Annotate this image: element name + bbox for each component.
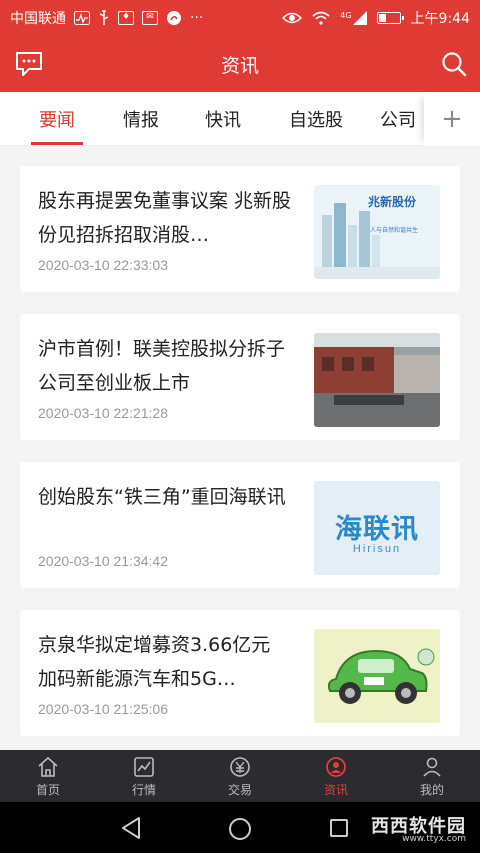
news-headline: 京泉华拟定增募资3.66亿元 加码新能源汽车和5G… (38, 634, 271, 690)
activity-icon (74, 11, 90, 25)
news-headline: 股东再提罢免董事议案 兆新股份见招拆招取消股… (38, 190, 292, 246)
search-icon[interactable] (440, 50, 468, 78)
clock: 上午9:44 (410, 11, 470, 27)
nav-market[interactable]: 行情 (96, 750, 192, 802)
news-thumbnail (314, 629, 440, 723)
thumbnail-logo-text: 兆新股份 (368, 195, 417, 209)
news-item[interactable]: 京泉华拟定增募资3.66亿元 加码新能源汽车和5G… 2020-03-10 21… (20, 610, 460, 736)
usb-icon (99, 10, 109, 25)
news-headline: 沪市首例！联美控股拟分拆子公司至创业板上市 (38, 338, 286, 394)
news-icon (326, 756, 346, 777)
nav-profile[interactable]: 我的 (384, 750, 480, 802)
tab-watchlist[interactable]: 自选股 (276, 92, 356, 146)
app-header: 资讯 (0, 36, 480, 92)
thumbnail-slogan: 人与自然和谐共生 (370, 227, 419, 234)
home-icon (38, 756, 58, 777)
nav-news[interactable]: 资讯 (288, 750, 384, 802)
news-time: 2020-03-10 22:21:28 (38, 405, 168, 421)
news-item[interactable]: 创始股东“铁三角”重回海联讯 2020-03-10 21:34:42 海联讯 H… (20, 462, 460, 588)
eye-icon (282, 12, 303, 24)
news-headline: 创始股东“铁三角”重回海联讯 (38, 486, 286, 508)
thumbnail-logo-sub: Hirisun (352, 543, 402, 555)
news-thumbnail (314, 333, 440, 427)
watermark: 西西软件园 www.ttyx.com (371, 816, 466, 844)
news-thumbnail: 兆新股份 人与自然和谐共生 (314, 185, 440, 279)
category-tabs: 要闻 情报 快讯 自选股 公司 + (0, 92, 480, 146)
message-icon[interactable] (14, 50, 44, 78)
news-list: 股东再提罢免董事议案 兆新股份见招拆招取消股… 2020-03-10 22:33… (0, 146, 480, 750)
more-dots-icon: ··· (190, 10, 204, 26)
wifi-icon (312, 11, 330, 25)
tab-headlines[interactable]: 要闻 (24, 92, 90, 146)
nav-home[interactable]: 首页 (0, 750, 96, 802)
thumbnail-logo-text: 海联讯 (335, 514, 419, 545)
add-tab-button[interactable]: + (424, 92, 480, 146)
chart-icon (134, 756, 154, 777)
active-tab-indicator (31, 142, 83, 145)
tab-flash[interactable]: 快讯 (190, 92, 256, 146)
news-time: 2020-03-10 21:25:06 (38, 701, 168, 717)
news-item[interactable]: 股东再提罢免董事议案 兆新股份见招拆招取消股… 2020-03-10 22:33… (20, 166, 460, 292)
carrier-label: 中国联通 (10, 11, 66, 27)
home-circle-icon[interactable] (228, 817, 252, 841)
weibo-icon (167, 11, 181, 25)
app-icon: ♦ (118, 11, 134, 25)
battery-icon (376, 12, 404, 24)
battery-level (378, 14, 386, 22)
nav-trade[interactable]: 交易 (192, 750, 288, 802)
news-time: 2020-03-10 21:34:42 (38, 553, 168, 569)
news-item[interactable]: 沪市首例！联美控股拟分拆子公司至创业板上市 2020-03-10 22:21:2… (20, 314, 460, 440)
news-thumbnail: 海联讯 Hirisun (314, 481, 440, 575)
profile-icon (423, 757, 441, 777)
bottom-nav: 首页 行情 交易 资讯 我的 (0, 750, 480, 802)
back-icon[interactable] (120, 816, 142, 840)
signal-icon: 4G (340, 11, 367, 25)
mail-icon: ✉ (142, 11, 158, 25)
tab-intel[interactable]: 情报 (108, 92, 174, 146)
news-time: 2020-03-10 22:33:03 (38, 257, 168, 273)
page-title: 资讯 (220, 54, 259, 77)
status-bar: 中国联通 ♦ ✉ ··· 4G 上午9:44 (0, 0, 480, 36)
trade-icon (230, 756, 250, 777)
